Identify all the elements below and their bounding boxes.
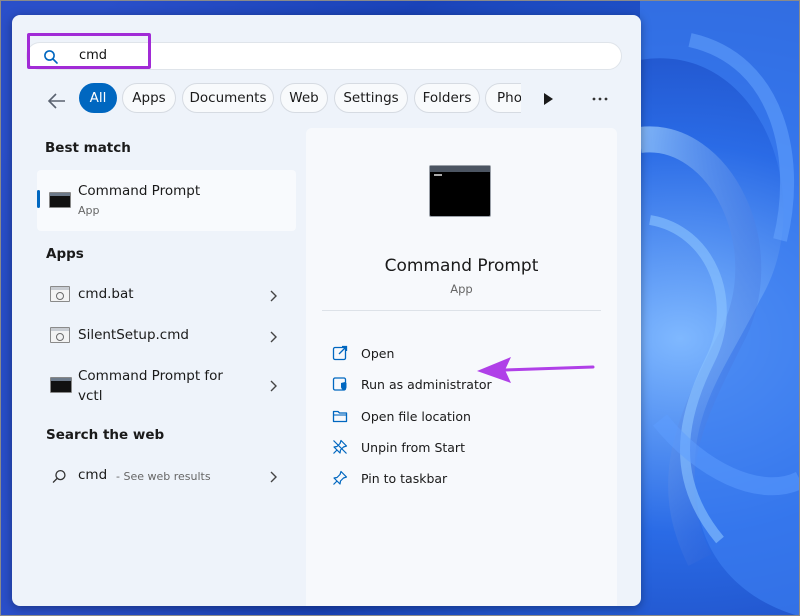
chevron-right-icon: [270, 331, 277, 343]
tab-documents[interactable]: Documents: [182, 83, 274, 113]
list-item[interactable]: SilentSetup.cmd: [37, 321, 296, 351]
shield-icon: [332, 377, 347, 391]
unpin-icon: [333, 439, 348, 454]
selection-indicator: [37, 190, 40, 208]
script-file-icon: [50, 327, 70, 343]
tab-folders[interactable]: Folders: [414, 83, 480, 113]
batch-file-icon: [50, 286, 70, 302]
search-highlight-box: [27, 33, 151, 69]
command-prompt-icon: [50, 377, 72, 393]
tab-apps[interactable]: Apps: [122, 83, 176, 113]
action-label: Open: [361, 346, 395, 361]
open-file-location-action[interactable]: Open file location: [332, 406, 592, 428]
annotation-arrow-icon: [477, 357, 595, 383]
web-query: cmd: [78, 467, 108, 483]
filter-tabs: All Apps Documents Web Settings Folders …: [79, 83, 521, 115]
pin-to-taskbar-action[interactable]: Pin to taskbar: [332, 468, 592, 490]
list-item[interactable]: cmd.bat: [37, 280, 296, 310]
apps-heading: Apps: [46, 246, 84, 262]
best-match-title: Command Prompt: [78, 183, 201, 199]
divider: [322, 310, 601, 311]
web-search-item[interactable]: cmd - See web results: [37, 461, 296, 491]
tab-all[interactable]: All: [79, 83, 117, 113]
command-prompt-icon: [429, 165, 491, 217]
tab-settings[interactable]: Settings: [334, 83, 408, 113]
open-icon: [332, 345, 348, 361]
action-label: Pin to taskbar: [361, 471, 448, 486]
search-icon: [52, 469, 66, 483]
tab-photos[interactable]: Photos: [485, 83, 521, 113]
best-match-item[interactable]: Command Prompt App: [37, 170, 296, 231]
action-label: Open file location: [361, 409, 471, 424]
web-results-hint: - See web results: [116, 470, 211, 483]
back-arrow-icon[interactable]: [46, 91, 68, 111]
app-item-label: SilentSetup.cmd: [78, 327, 189, 343]
tab-web[interactable]: Web: [280, 83, 328, 113]
command-prompt-icon: [49, 192, 71, 208]
action-label: Unpin from Start: [361, 440, 465, 455]
start-search-panel: cmd All Apps Documents Web Settings Fold…: [12, 15, 641, 606]
play-icon[interactable]: [542, 92, 554, 106]
best-match-heading: Best match: [45, 140, 131, 156]
preview-title: Command Prompt: [384, 256, 539, 276]
chevron-right-icon: [270, 290, 277, 302]
unpin-from-start-action[interactable]: Unpin from Start: [332, 437, 592, 459]
action-label: Run as administrator: [361, 377, 492, 392]
app-item-label-line1: Command Prompt for: [78, 368, 223, 384]
chevron-right-icon: [270, 380, 277, 392]
search-web-heading: Search the web: [46, 427, 165, 443]
app-item-label-line2: vctl: [78, 388, 103, 404]
list-item[interactable]: Command Prompt for vctl: [37, 364, 296, 408]
chevron-right-icon: [270, 471, 277, 483]
app-item-label: cmd.bat: [78, 286, 134, 302]
folder-icon: [332, 410, 348, 423]
best-match-subtitle: App: [78, 204, 100, 217]
preview-subtitle: App: [450, 282, 473, 296]
more-options-icon[interactable]: [592, 96, 608, 102]
pin-icon: [333, 470, 348, 485]
